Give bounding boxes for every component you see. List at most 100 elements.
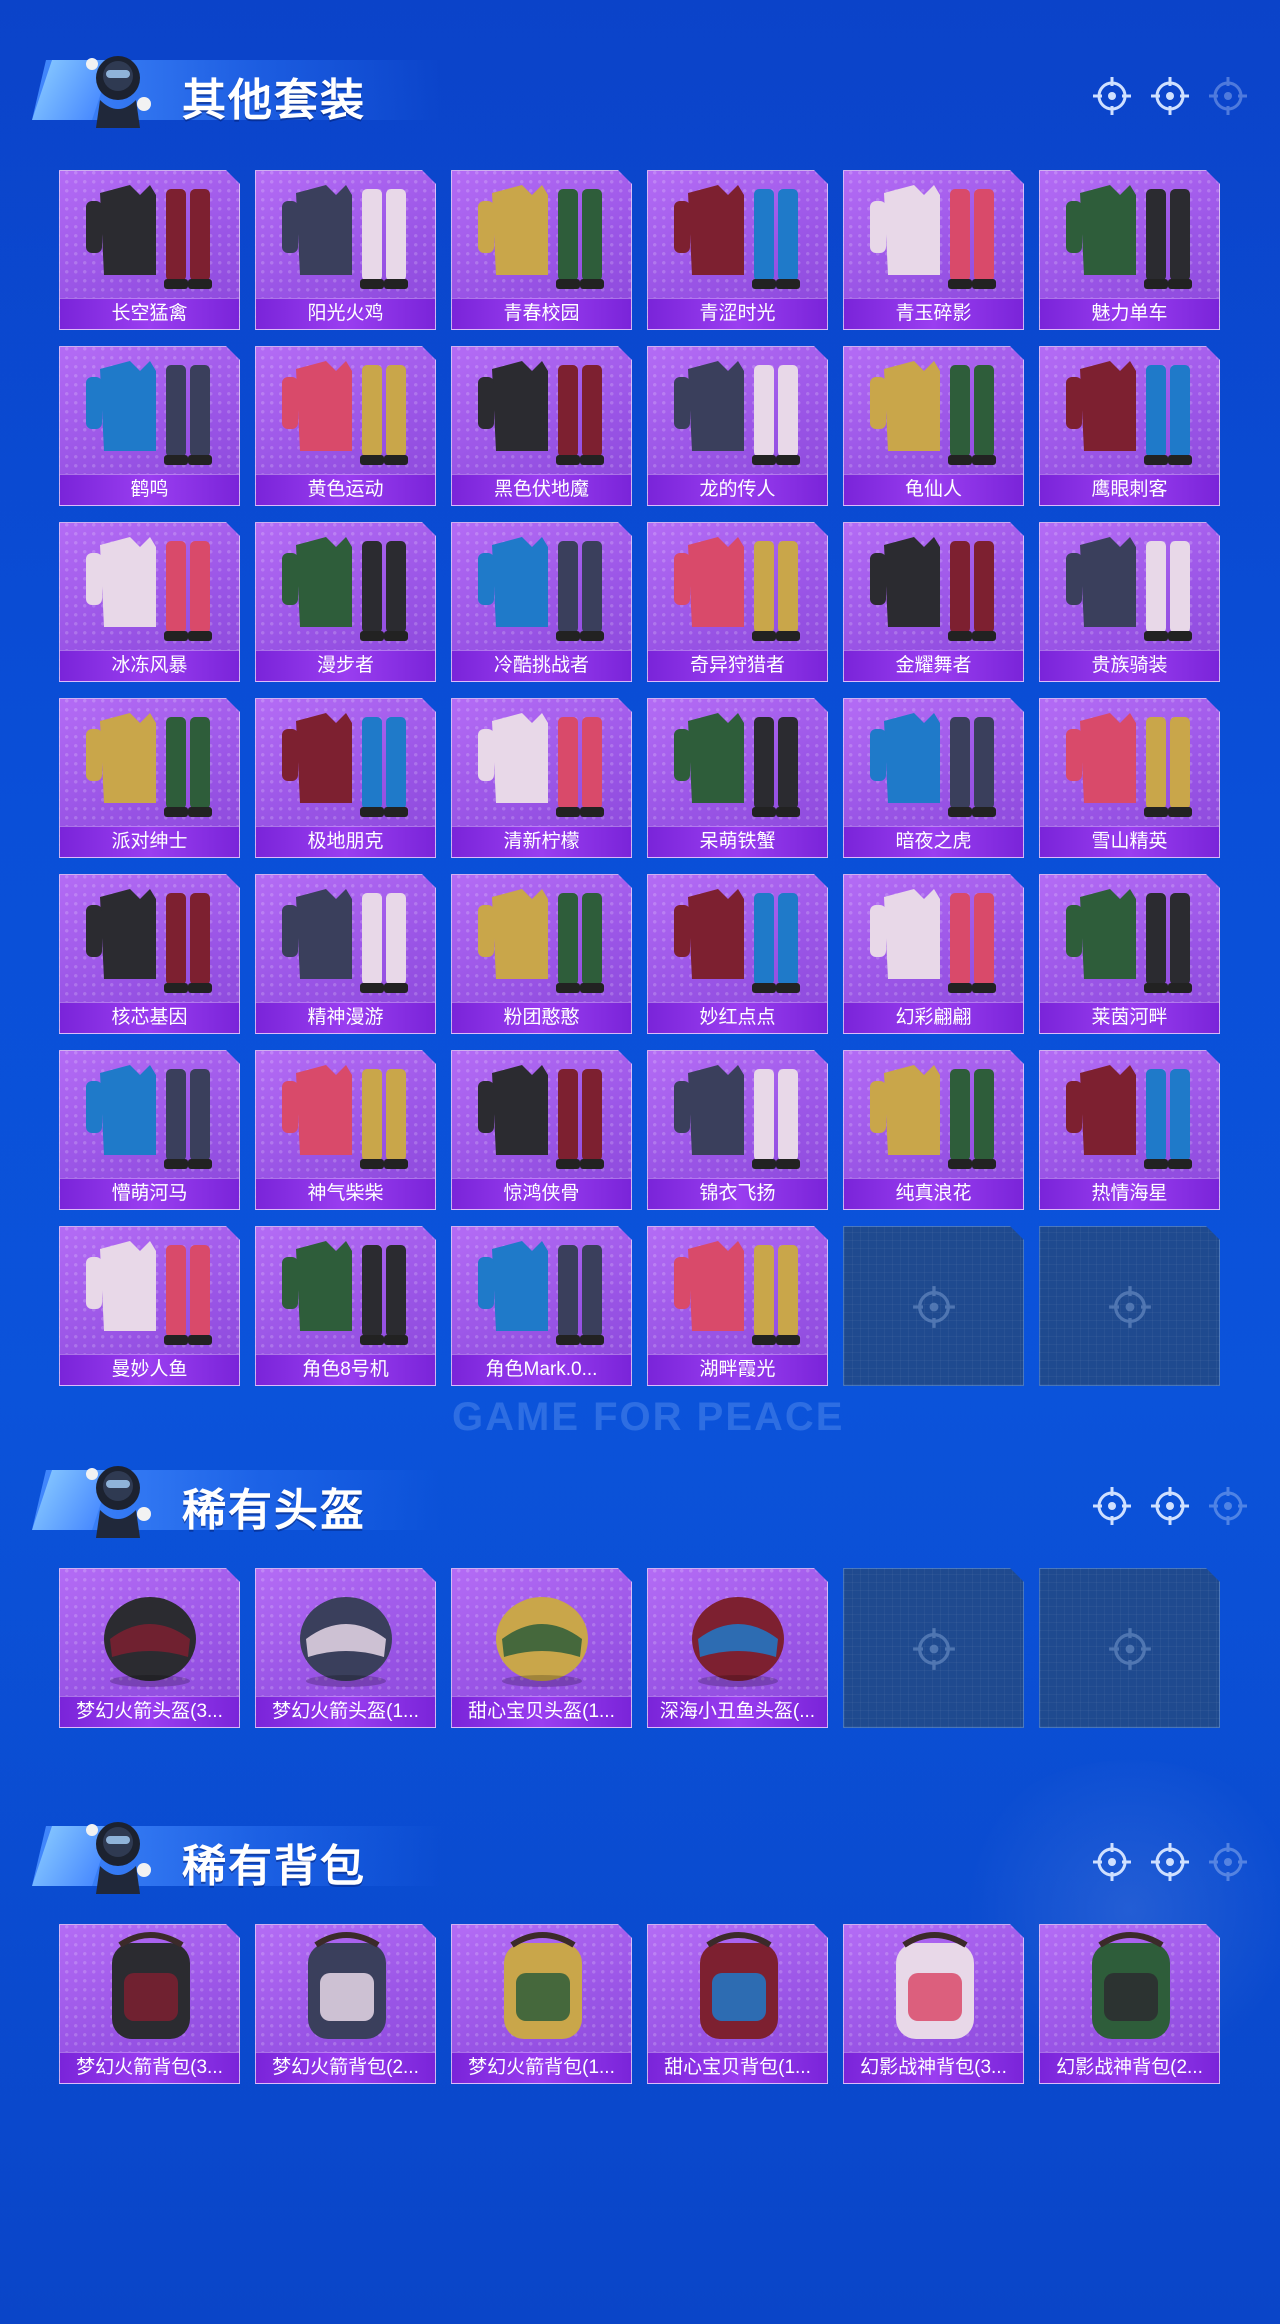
item-name: 幻彩翩翩 bbox=[895, 1007, 972, 1028]
outfit-image bbox=[60, 347, 240, 475]
item-card[interactable]: 湖畔霞光 bbox=[647, 1226, 828, 1386]
outfit-image bbox=[452, 875, 632, 1003]
mascot-icon bbox=[86, 1466, 151, 1538]
item-card[interactable]: 鹤鸣 bbox=[59, 346, 240, 506]
item-card[interactable]: 粉团憨憨 bbox=[451, 874, 632, 1034]
section-header: 稀有背包 bbox=[0, 1796, 1280, 1916]
item-card[interactable]: 幻影战神背包(2... bbox=[1039, 1924, 1220, 2084]
outfit-image bbox=[844, 523, 1024, 651]
outfit-image bbox=[648, 699, 828, 827]
outfit-image bbox=[60, 875, 240, 1003]
item-name: 奇异狩猎者 bbox=[689, 655, 785, 676]
item-name: 暗夜之虎 bbox=[895, 831, 972, 852]
item-name: 曼妙人鱼 bbox=[111, 1359, 188, 1380]
item-card[interactable]: 妙红点点 bbox=[647, 874, 828, 1034]
item-name: 甜心宝贝背包(1... bbox=[664, 2057, 811, 2078]
item-name: 懵萌河马 bbox=[111, 1183, 188, 1204]
outfit-image bbox=[452, 171, 632, 299]
item-name: 幻影战神背包(2... bbox=[1056, 2057, 1203, 2078]
item-name: 金耀舞者 bbox=[895, 655, 972, 676]
item-card[interactable]: 冷酷挑战者 bbox=[451, 522, 632, 682]
item-card[interactable]: 青春校园 bbox=[451, 170, 632, 330]
item-card[interactable]: 梦幻火箭头盔(1... bbox=[255, 1568, 436, 1728]
item-name: 鹤鸣 bbox=[130, 479, 169, 500]
item-card[interactable]: 梦幻火箭背包(2... bbox=[255, 1924, 436, 2084]
item-card[interactable]: 神气柴柴 bbox=[255, 1050, 436, 1210]
item-card[interactable]: 派对绅士 bbox=[59, 698, 240, 858]
item-card[interactable]: 梦幻火箭背包(3... bbox=[59, 1924, 240, 2084]
outfit-image bbox=[648, 1051, 828, 1179]
item-card[interactable]: 极地朋克 bbox=[255, 698, 436, 858]
empty-slot bbox=[1039, 1568, 1220, 1728]
crosshair-icon bbox=[1093, 1487, 1131, 1525]
item-card[interactable]: 贵族骑装 bbox=[1039, 522, 1220, 682]
item-name: 粉团憨憨 bbox=[503, 1007, 580, 1028]
item-card[interactable]: 角色8号机 bbox=[255, 1226, 436, 1386]
item-card[interactable]: 鹰眼刺客 bbox=[1039, 346, 1220, 506]
item-name: 青春校园 bbox=[503, 303, 580, 324]
outfit-image bbox=[256, 347, 436, 475]
item-card[interactable]: 长空猛禽 bbox=[59, 170, 240, 330]
section-header: 其他套装 bbox=[0, 30, 1280, 150]
item-name: 核芯基因 bbox=[111, 1007, 188, 1028]
item-card[interactable]: 精神漫游 bbox=[255, 874, 436, 1034]
item-card[interactable]: 梦幻火箭背包(1... bbox=[451, 1924, 632, 2084]
backpack-image bbox=[1040, 1925, 1220, 2053]
item-card[interactable]: 梦幻火箭头盔(3... bbox=[59, 1568, 240, 1728]
item-card[interactable]: 莱茵河畔 bbox=[1039, 874, 1220, 1034]
crosshair-indicators bbox=[1092, 1842, 1248, 1882]
item-card[interactable]: 青涩时光 bbox=[647, 170, 828, 330]
item-card[interactable]: 漫步者 bbox=[255, 522, 436, 682]
item-card[interactable]: 黑色伏地魔 bbox=[451, 346, 632, 506]
item-card[interactable]: 锦衣飞扬 bbox=[647, 1050, 828, 1210]
item-name: 湖畔霞光 bbox=[699, 1359, 776, 1380]
mascot-icon bbox=[86, 1822, 151, 1894]
item-card[interactable]: 金耀舞者 bbox=[843, 522, 1024, 682]
item-card[interactable]: 呆萌铁蟹 bbox=[647, 698, 828, 858]
item-name: 冷酷挑战者 bbox=[493, 655, 589, 676]
item-card[interactable]: 青玉碎影 bbox=[843, 170, 1024, 330]
item-card[interactable]: 深海小丑鱼头盔(... bbox=[647, 1568, 828, 1728]
item-name: 长空猛禽 bbox=[111, 303, 188, 324]
outfit-image bbox=[844, 1051, 1024, 1179]
item-card[interactable]: 暗夜之虎 bbox=[843, 698, 1024, 858]
outfit-image bbox=[256, 1227, 436, 1355]
crosshair-icon bbox=[1151, 1487, 1189, 1525]
item-card[interactable]: 甜心宝贝背包(1... bbox=[647, 1924, 828, 2084]
item-card[interactable]: 奇异狩猎者 bbox=[647, 522, 828, 682]
crosshair-icon bbox=[1209, 1843, 1247, 1881]
outfit-image bbox=[256, 699, 436, 827]
item-card[interactable]: 冰冻风暴 bbox=[59, 522, 240, 682]
outfit-image bbox=[452, 1051, 632, 1179]
item-card[interactable]: 清新柠檬 bbox=[451, 698, 632, 858]
item-card[interactable]: 核芯基因 bbox=[59, 874, 240, 1034]
item-card[interactable]: 惊鸿侠骨 bbox=[451, 1050, 632, 1210]
crosshair-icon bbox=[1209, 77, 1247, 115]
backpack-image bbox=[60, 1925, 240, 2053]
item-card[interactable]: 龙的传人 bbox=[647, 346, 828, 506]
crosshair-icon bbox=[1151, 77, 1189, 115]
item-card[interactable]: 阳光火鸡 bbox=[255, 170, 436, 330]
item-card[interactable]: 幻影战神背包(3... bbox=[843, 1924, 1024, 2084]
item-name: 梦幻火箭头盔(3... bbox=[76, 1701, 223, 1722]
backpack-image bbox=[256, 1925, 436, 2053]
item-name: 神气柴柴 bbox=[307, 1183, 384, 1204]
empty-slot bbox=[843, 1568, 1024, 1728]
item-card[interactable]: 甜心宝贝头盔(1... bbox=[451, 1568, 632, 1728]
item-card[interactable]: 热情海星 bbox=[1039, 1050, 1220, 1210]
watermark-text: GAME FOR PEACE bbox=[452, 1395, 845, 1439]
item-card[interactable]: 龟仙人 bbox=[843, 346, 1024, 506]
item-grid: 梦幻火箭头盔(3... 梦幻火箭头盔(1... 甜心宝贝头盔(1... 深海小丑… bbox=[59, 1568, 1223, 1728]
item-card[interactable]: 黄色运动 bbox=[255, 346, 436, 506]
item-card[interactable]: 懵萌河马 bbox=[59, 1050, 240, 1210]
item-card[interactable]: 角色Mark.0... bbox=[451, 1226, 632, 1386]
item-card[interactable]: 幻彩翩翩 bbox=[843, 874, 1024, 1034]
mascot-icon bbox=[86, 56, 151, 128]
item-card[interactable]: 曼妙人鱼 bbox=[59, 1226, 240, 1386]
item-card[interactable]: 魅力单车 bbox=[1039, 170, 1220, 330]
item-card[interactable]: 纯真浪花 bbox=[843, 1050, 1024, 1210]
item-card[interactable]: 雪山精英 bbox=[1039, 698, 1220, 858]
item-name: 梦幻火箭背包(1... bbox=[468, 2057, 615, 2078]
outfit-image bbox=[256, 171, 436, 299]
section-header: 稀有头盔 bbox=[0, 1440, 1280, 1560]
